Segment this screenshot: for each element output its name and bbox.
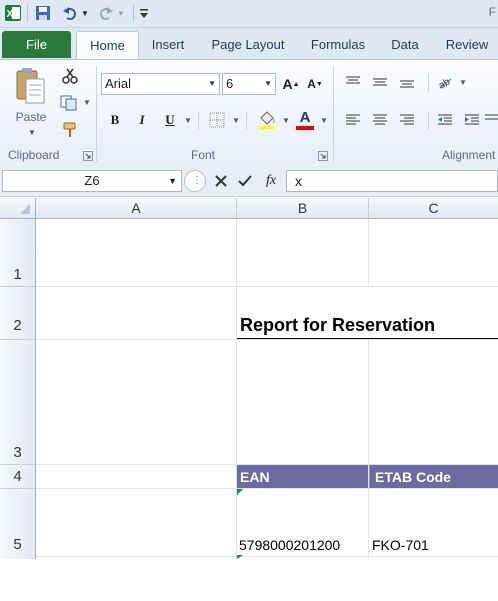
formula-bar-resize-handle[interactable]: ⋮	[184, 170, 206, 192]
undo-icon[interactable]	[60, 3, 80, 23]
svg-text:X: X	[7, 9, 14, 20]
enter-checkmark-icon[interactable]	[236, 172, 254, 190]
format-painter-icon[interactable]	[60, 120, 80, 140]
window-title: F	[488, 5, 496, 19]
align-top-icon[interactable]	[343, 72, 363, 92]
cell-b5[interactable]: 5798000201200	[237, 489, 368, 556]
name-box[interactable]: Z6 ▼	[2, 170, 182, 192]
tab-page-layout[interactable]: Page Layout	[206, 31, 290, 58]
align-middle-icon[interactable]	[370, 72, 390, 92]
tab-data[interactable]: Data	[386, 31, 424, 58]
shrink-font-icon[interactable]: A ▼	[305, 74, 325, 94]
quick-access-toolbar: X ▼ ▼ F	[0, 0, 498, 28]
error-indicator-icon	[237, 555, 243, 559]
gridline	[36, 556, 498, 557]
column-header-b[interactable]: B	[237, 198, 369, 219]
report-title: Report for Reservation	[240, 315, 436, 335]
paste-dropdown-icon[interactable]: ▼	[28, 128, 36, 137]
font-group-label: Font	[191, 148, 216, 162]
save-icon[interactable]	[33, 3, 53, 23]
italic-button[interactable]: I	[132, 110, 152, 130]
align-left-icon[interactable]	[343, 110, 363, 130]
font-name-value: Arial	[105, 76, 132, 91]
svg-text:ab: ab	[437, 76, 452, 90]
copy-dropdown-icon[interactable]: ▼	[83, 98, 91, 107]
formula-bar: Z6 ▼ ⋮ fx x	[0, 167, 498, 197]
clipboard-group-label: Clipboard	[8, 148, 60, 162]
row-header-2[interactable]: 2	[0, 287, 36, 340]
row-header-3[interactable]: 3	[0, 340, 36, 465]
tab-formulas[interactable]: Formulas	[305, 31, 371, 58]
etab-value: FKO-701	[372, 537, 429, 553]
underline-dropdown-icon[interactable]: ▼	[184, 116, 192, 125]
font-name-combobox[interactable]: Arial ▼	[101, 73, 220, 95]
header-cell-etab[interactable]: ETAB Code	[369, 465, 498, 488]
tab-file[interactable]: File	[2, 31, 71, 58]
wrap-text-icon[interactable]	[484, 110, 498, 130]
row-header-1[interactable]: 1	[0, 219, 36, 287]
borders-icon[interactable]	[207, 110, 227, 130]
undo-dropdown-icon[interactable]: ▼	[80, 3, 90, 23]
tab-home[interactable]: Home	[76, 31, 139, 59]
formula-input[interactable]: x	[286, 170, 498, 192]
font-name-dropdown-icon[interactable]: ▼	[208, 74, 216, 94]
paste-button-label[interactable]: Paste	[10, 110, 52, 124]
cancel-icon[interactable]	[212, 172, 230, 190]
font-size-dropdown-icon[interactable]: ▼	[264, 74, 272, 94]
font-dialog-launcher-icon[interactable]	[318, 150, 328, 164]
header-etab-code: ETAB Code	[375, 469, 451, 485]
insert-function-icon[interactable]: fx	[260, 171, 282, 191]
column-header-a[interactable]: A	[36, 198, 237, 219]
underline-button[interactable]: U	[160, 110, 180, 130]
font-size-combobox[interactable]: 6 ▼	[222, 73, 276, 95]
tab-insert[interactable]: Insert	[145, 31, 191, 58]
font-color-dropdown-icon[interactable]: ▼	[320, 116, 328, 125]
fill-color-icon[interactable]	[256, 108, 278, 130]
cut-icon[interactable]	[60, 66, 80, 86]
align-bottom-icon[interactable]	[397, 72, 417, 92]
row-header-4[interactable]: 4	[0, 465, 36, 489]
column-header-c[interactable]: C	[369, 198, 498, 219]
grow-font-icon[interactable]: A ▲	[281, 74, 301, 94]
ribbon-tab-bar: File Home Insert Page Layout Formulas Da…	[0, 28, 498, 59]
redo-icon[interactable]	[96, 3, 116, 23]
customize-qat-icon[interactable]	[137, 3, 151, 23]
borders-dropdown-icon[interactable]: ▼	[232, 116, 240, 125]
ean-value: 5798000201200	[239, 537, 341, 553]
gridline	[36, 339, 498, 340]
copy-icon[interactable]	[58, 93, 80, 113]
row-header-5[interactable]: 5	[0, 489, 36, 559]
font-color-icon[interactable]: A	[294, 108, 316, 132]
name-box-value: Z6	[84, 173, 100, 188]
report-title-cell[interactable]: Report for Reservation	[237, 287, 498, 339]
alignment-group-label: Alignment	[442, 148, 496, 162]
clipboard-dialog-launcher-icon[interactable]	[83, 150, 93, 164]
cell-c5[interactable]: FKO-701	[369, 489, 498, 556]
header-ean: EAN	[240, 469, 270, 485]
orientation-dropdown-icon[interactable]: ▼	[459, 78, 467, 87]
ribbon: Paste ▼ ▼ Clipboard Arial ▼ 6 ▼ A ▲ A ▼ B …	[0, 59, 498, 168]
excel-app-icon[interactable]: X	[3, 3, 23, 23]
bold-button[interactable]: B	[105, 110, 125, 130]
name-box-dropdown-icon[interactable]: ▼	[168, 171, 177, 191]
paste-icon[interactable]	[8, 66, 52, 106]
decrease-indent-icon[interactable]	[435, 110, 455, 130]
align-center-icon[interactable]	[370, 110, 390, 130]
orientation-icon[interactable]: ab	[435, 72, 455, 92]
fill-color-dropdown-icon[interactable]: ▼	[282, 116, 290, 125]
tab-review[interactable]: Review	[440, 31, 494, 58]
increase-indent-icon[interactable]	[462, 110, 482, 130]
select-all-corner[interactable]	[0, 198, 36, 219]
font-size-value: 6	[226, 76, 234, 91]
align-right-icon[interactable]	[397, 110, 417, 130]
header-cell-ean[interactable]: EAN	[237, 465, 368, 488]
error-indicator-icon	[237, 489, 243, 495]
redo-dropdown-icon[interactable]: ▼	[116, 3, 126, 23]
